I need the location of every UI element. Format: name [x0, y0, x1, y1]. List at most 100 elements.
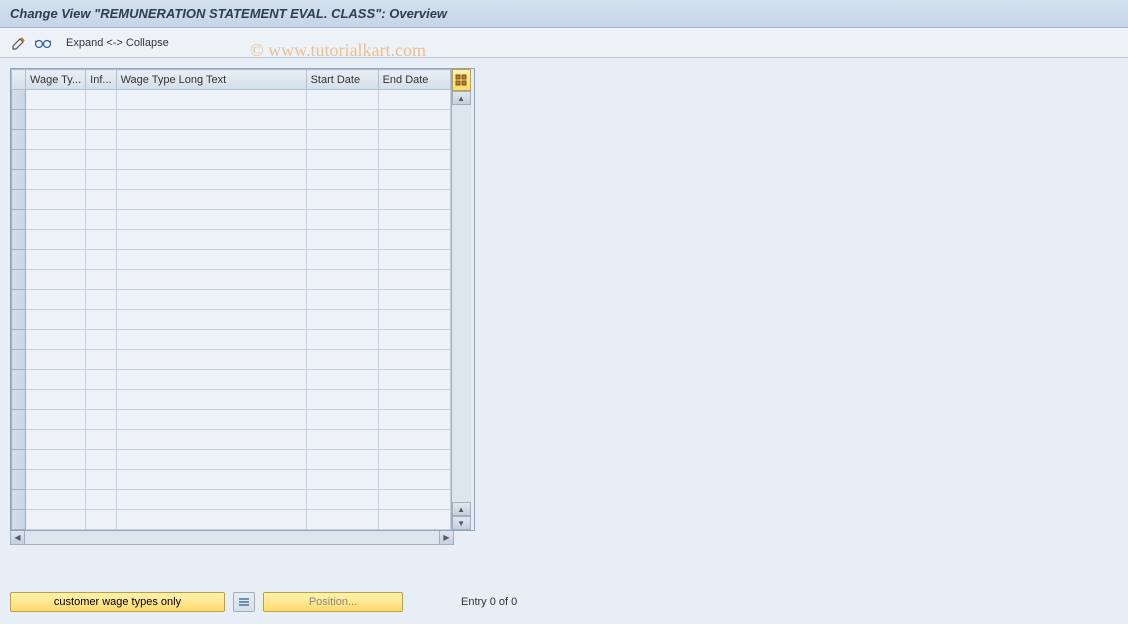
col-header-long-text[interactable]: Wage Type Long Text: [116, 70, 306, 90]
cell-wage-type[interactable]: [26, 190, 86, 210]
row-selector[interactable]: [12, 510, 26, 530]
cell-wage-type[interactable]: [26, 510, 86, 530]
row-selector[interactable]: [12, 450, 26, 470]
cell-end-date[interactable]: [378, 230, 450, 250]
cell-long-text[interactable]: [116, 210, 306, 230]
row-selector[interactable]: [12, 490, 26, 510]
cell-start-date[interactable]: [306, 490, 378, 510]
cell-end-date[interactable]: [378, 490, 450, 510]
cell-wage-type[interactable]: [26, 310, 86, 330]
table-row[interactable]: [12, 290, 451, 310]
table-row[interactable]: [12, 370, 451, 390]
cell-start-date[interactable]: [306, 310, 378, 330]
col-header-start-date[interactable]: Start Date: [306, 70, 378, 90]
cell-end-date[interactable]: [378, 170, 450, 190]
expand-collapse-button[interactable]: Expand <-> Collapse: [58, 35, 177, 51]
row-selector[interactable]: [12, 250, 26, 270]
col-header-inf[interactable]: Inf...: [86, 70, 116, 90]
table-row[interactable]: [12, 270, 451, 290]
change-icon[interactable]: [10, 34, 28, 52]
glasses-icon[interactable]: [34, 34, 52, 52]
cell-inf[interactable]: [86, 150, 116, 170]
cell-wage-type[interactable]: [26, 390, 86, 410]
row-selector[interactable]: [12, 170, 26, 190]
row-selector[interactable]: [12, 470, 26, 490]
row-selector[interactable]: [12, 90, 26, 110]
table-row[interactable]: [12, 310, 451, 330]
cell-long-text[interactable]: [116, 390, 306, 410]
cell-inf[interactable]: [86, 350, 116, 370]
cell-wage-type[interactable]: [26, 90, 86, 110]
cell-wage-type[interactable]: [26, 350, 86, 370]
table-row[interactable]: [12, 470, 451, 490]
table-row[interactable]: [12, 490, 451, 510]
cell-start-date[interactable]: [306, 370, 378, 390]
cell-inf[interactable]: [86, 270, 116, 290]
cell-long-text[interactable]: [116, 270, 306, 290]
cell-long-text[interactable]: [116, 450, 306, 470]
cell-inf[interactable]: [86, 490, 116, 510]
row-selector[interactable]: [12, 310, 26, 330]
cell-inf[interactable]: [86, 110, 116, 130]
table-row[interactable]: [12, 430, 451, 450]
cell-inf[interactable]: [86, 510, 116, 530]
cell-end-date[interactable]: [378, 110, 450, 130]
cell-end-date[interactable]: [378, 130, 450, 150]
position-button[interactable]: Position...: [263, 592, 403, 612]
row-selector[interactable]: [12, 230, 26, 250]
cell-end-date[interactable]: [378, 350, 450, 370]
table-row[interactable]: [12, 90, 451, 110]
cell-wage-type[interactable]: [26, 410, 86, 430]
cell-wage-type[interactable]: [26, 290, 86, 310]
cell-end-date[interactable]: [378, 310, 450, 330]
cell-end-date[interactable]: [378, 410, 450, 430]
cell-end-date[interactable]: [378, 390, 450, 410]
cell-wage-type[interactable]: [26, 250, 86, 270]
cell-start-date[interactable]: [306, 90, 378, 110]
cell-long-text[interactable]: [116, 490, 306, 510]
col-header-wage-type[interactable]: Wage Ty...: [26, 70, 86, 90]
cell-inf[interactable]: [86, 410, 116, 430]
scroll-left-button[interactable]: ◀: [11, 531, 25, 544]
cell-inf[interactable]: [86, 230, 116, 250]
cell-inf[interactable]: [86, 170, 116, 190]
row-selector[interactable]: [12, 330, 26, 350]
table-row[interactable]: [12, 330, 451, 350]
scroll-down-near-button[interactable]: ▲: [452, 502, 471, 516]
cell-wage-type[interactable]: [26, 170, 86, 190]
cell-long-text[interactable]: [116, 90, 306, 110]
cell-end-date[interactable]: [378, 150, 450, 170]
cell-inf[interactable]: [86, 430, 116, 450]
cell-wage-type[interactable]: [26, 150, 86, 170]
cell-start-date[interactable]: [306, 450, 378, 470]
table-row[interactable]: [12, 410, 451, 430]
cell-long-text[interactable]: [116, 110, 306, 130]
row-selector[interactable]: [12, 350, 26, 370]
table-row[interactable]: [12, 510, 451, 530]
cell-long-text[interactable]: [116, 330, 306, 350]
cell-end-date[interactable]: [378, 250, 450, 270]
row-selector[interactable]: [12, 290, 26, 310]
cell-start-date[interactable]: [306, 350, 378, 370]
cell-inf[interactable]: [86, 250, 116, 270]
cell-start-date[interactable]: [306, 230, 378, 250]
cell-wage-type[interactable]: [26, 430, 86, 450]
cell-long-text[interactable]: [116, 430, 306, 450]
cell-long-text[interactable]: [116, 250, 306, 270]
cell-start-date[interactable]: [306, 430, 378, 450]
cell-end-date[interactable]: [378, 430, 450, 450]
h-scroll-track[interactable]: [25, 531, 439, 544]
cell-long-text[interactable]: [116, 290, 306, 310]
table-row[interactable]: [12, 190, 451, 210]
cell-start-date[interactable]: [306, 150, 378, 170]
cell-long-text[interactable]: [116, 510, 306, 530]
cell-start-date[interactable]: [306, 130, 378, 150]
cell-start-date[interactable]: [306, 190, 378, 210]
cell-wage-type[interactable]: [26, 110, 86, 130]
table-row[interactable]: [12, 110, 451, 130]
cell-start-date[interactable]: [306, 210, 378, 230]
cell-end-date[interactable]: [378, 450, 450, 470]
scroll-down-button[interactable]: ▼: [452, 516, 471, 530]
table-row[interactable]: [12, 250, 451, 270]
cell-start-date[interactable]: [306, 330, 378, 350]
